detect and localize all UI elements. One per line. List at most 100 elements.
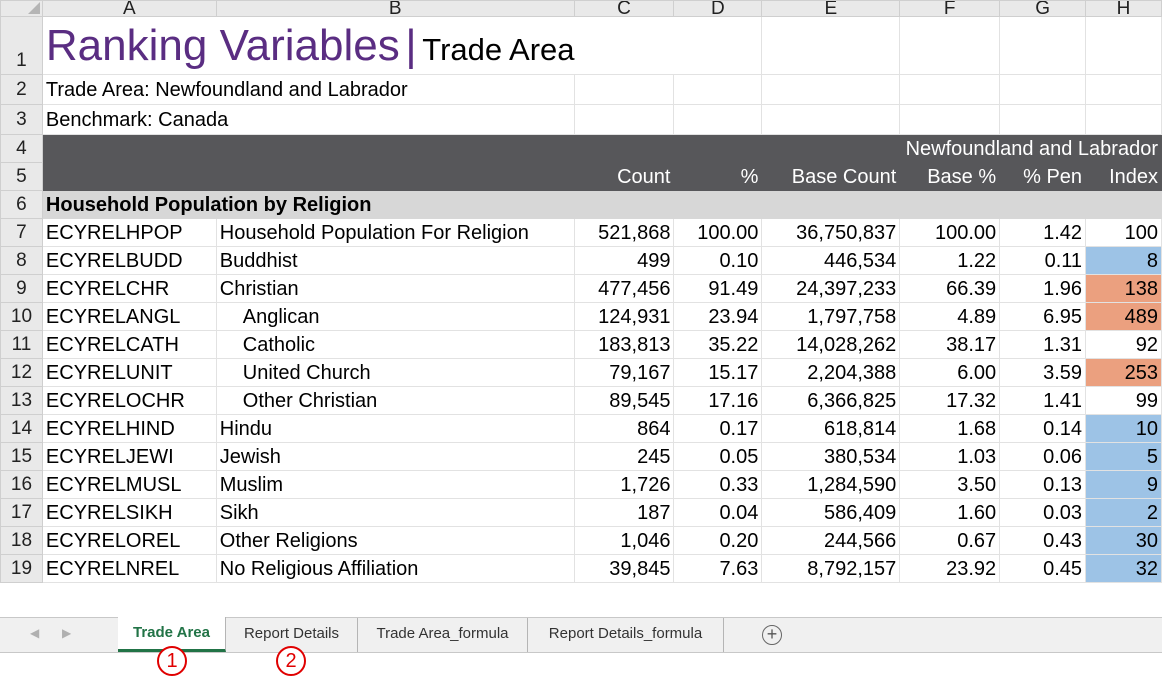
- base-count-value[interactable]: 1,284,590: [761, 470, 901, 499]
- row-header[interactable]: 18: [0, 526, 43, 555]
- cell[interactable]: [999, 74, 1087, 105]
- cell[interactable]: [761, 16, 901, 75]
- variable-code[interactable]: ECYRELCHR: [41, 274, 217, 303]
- count-value[interactable]: 521,868: [573, 218, 675, 247]
- header-percent[interactable]: %: [673, 162, 763, 191]
- row-header[interactable]: 8: [0, 246, 43, 275]
- variable-description[interactable]: Hindu: [215, 414, 575, 443]
- base-count-value[interactable]: 8,792,157: [761, 554, 901, 583]
- row-header[interactable]: 10: [0, 302, 43, 331]
- count-value[interactable]: 124,931: [573, 302, 675, 331]
- tab-trade-area-formula[interactable]: Trade Area_formula: [358, 618, 528, 652]
- percent-pen-value[interactable]: 1.42: [999, 218, 1087, 247]
- variable-code[interactable]: ECYRELANGL: [41, 302, 217, 331]
- tab-report-details-formula[interactable]: Report Details_formula: [528, 618, 724, 652]
- variable-code[interactable]: ECYRELNREL: [41, 554, 217, 583]
- percent-pen-value[interactable]: 0.03: [999, 498, 1087, 527]
- variable-description[interactable]: Christian: [215, 274, 575, 303]
- row-header[interactable]: 11: [0, 330, 43, 359]
- cell[interactable]: [899, 104, 1001, 135]
- percent-value[interactable]: 0.33: [673, 470, 763, 499]
- row-header[interactable]: 1: [0, 16, 43, 75]
- row-header[interactable]: 5: [0, 162, 43, 191]
- cell[interactable]: [673, 74, 763, 105]
- variable-description[interactable]: Muslim: [215, 470, 575, 499]
- percent-value[interactable]: 0.10: [673, 246, 763, 275]
- variable-code[interactable]: ECYRELCATH: [41, 330, 217, 359]
- base-count-value[interactable]: 6,366,825: [761, 386, 901, 415]
- index-value[interactable]: 9: [1085, 470, 1162, 499]
- base-count-value[interactable]: 2,204,388: [761, 358, 901, 387]
- index-value[interactable]: 32: [1085, 554, 1162, 583]
- index-value[interactable]: 2: [1085, 498, 1162, 527]
- base-count-value[interactable]: 586,409: [761, 498, 901, 527]
- base-percent-value[interactable]: 66.39: [899, 274, 1001, 303]
- scroll-right-icon[interactable]: ▶: [62, 626, 71, 640]
- header-count[interactable]: Count: [573, 162, 675, 191]
- benchmark-cell[interactable]: Benchmark: Canada: [41, 104, 575, 135]
- row-header[interactable]: 14: [0, 414, 43, 443]
- column-header-c[interactable]: C: [573, 0, 675, 17]
- count-value[interactable]: 89,545: [573, 386, 675, 415]
- cell[interactable]: [1085, 104, 1162, 135]
- percent-pen-value[interactable]: 0.13: [999, 470, 1087, 499]
- cell[interactable]: [573, 74, 675, 105]
- percent-value[interactable]: 0.20: [673, 526, 763, 555]
- percent-value[interactable]: 17.16: [673, 386, 763, 415]
- cell[interactable]: [41, 134, 763, 163]
- variable-code[interactable]: ECYRELHIND: [41, 414, 217, 443]
- variable-code[interactable]: ECYRELOCHR: [41, 386, 217, 415]
- percent-pen-value[interactable]: 0.06: [999, 442, 1087, 471]
- count-value[interactable]: 1,726: [573, 470, 675, 499]
- count-value[interactable]: 79,167: [573, 358, 675, 387]
- variable-code[interactable]: ECYRELJEWI: [41, 442, 217, 471]
- base-percent-value[interactable]: 6.00: [899, 358, 1001, 387]
- header-index[interactable]: Index: [1085, 162, 1162, 191]
- column-header-h[interactable]: H: [1085, 0, 1162, 17]
- base-percent-value[interactable]: 4.89: [899, 302, 1001, 331]
- variable-code[interactable]: ECYRELSIKH: [41, 498, 217, 527]
- percent-pen-value[interactable]: 0.11: [999, 246, 1087, 275]
- index-value[interactable]: 138: [1085, 274, 1162, 303]
- percent-value[interactable]: 7.63: [673, 554, 763, 583]
- base-count-value[interactable]: 618,814: [761, 414, 901, 443]
- base-percent-value[interactable]: 38.17: [899, 330, 1001, 359]
- plus-circle-icon[interactable]: +: [762, 625, 782, 645]
- base-percent-value[interactable]: 1.03: [899, 442, 1001, 471]
- percent-pen-value[interactable]: 1.31: [999, 330, 1087, 359]
- percent-pen-value[interactable]: 6.95: [999, 302, 1087, 331]
- row-header[interactable]: 12: [0, 358, 43, 387]
- index-value[interactable]: 10: [1085, 414, 1162, 443]
- base-count-value[interactable]: 1,797,758: [761, 302, 901, 331]
- select-all-corner[interactable]: [0, 0, 43, 17]
- percent-pen-value[interactable]: 0.45: [999, 554, 1087, 583]
- base-count-value[interactable]: 380,534: [761, 442, 901, 471]
- base-count-value[interactable]: 14,028,262: [761, 330, 901, 359]
- column-header-e[interactable]: E: [761, 0, 901, 17]
- base-count-value[interactable]: 24,397,233: [761, 274, 901, 303]
- variable-description[interactable]: Anglican: [215, 302, 575, 331]
- count-value[interactable]: 245: [573, 442, 675, 471]
- count-value[interactable]: 864: [573, 414, 675, 443]
- percent-value[interactable]: 0.04: [673, 498, 763, 527]
- cell[interactable]: [899, 74, 1001, 105]
- base-percent-value[interactable]: 100.00: [899, 218, 1001, 247]
- variable-description[interactable]: Buddhist: [215, 246, 575, 275]
- column-header-d[interactable]: D: [673, 0, 763, 17]
- count-value[interactable]: 1,046: [573, 526, 675, 555]
- base-percent-value[interactable]: 0.67: [899, 526, 1001, 555]
- row-header[interactable]: 4: [0, 134, 43, 163]
- cell[interactable]: [761, 74, 901, 105]
- index-value[interactable]: 92: [1085, 330, 1162, 359]
- header-base-percent[interactable]: Base %: [899, 162, 1001, 191]
- variable-code[interactable]: ECYRELUNIT: [41, 358, 217, 387]
- column-header-b[interactable]: B: [215, 0, 575, 17]
- cell[interactable]: [673, 104, 763, 135]
- cell[interactable]: [999, 104, 1087, 135]
- base-percent-value[interactable]: 17.32: [899, 386, 1001, 415]
- variable-description[interactable]: Catholic: [215, 330, 575, 359]
- variable-description[interactable]: United Church: [215, 358, 575, 387]
- trade-area-cell[interactable]: Trade Area: Newfoundland and Labrador: [41, 74, 575, 105]
- cell[interactable]: [999, 16, 1087, 75]
- header-percent-pen[interactable]: % Pen: [999, 162, 1087, 191]
